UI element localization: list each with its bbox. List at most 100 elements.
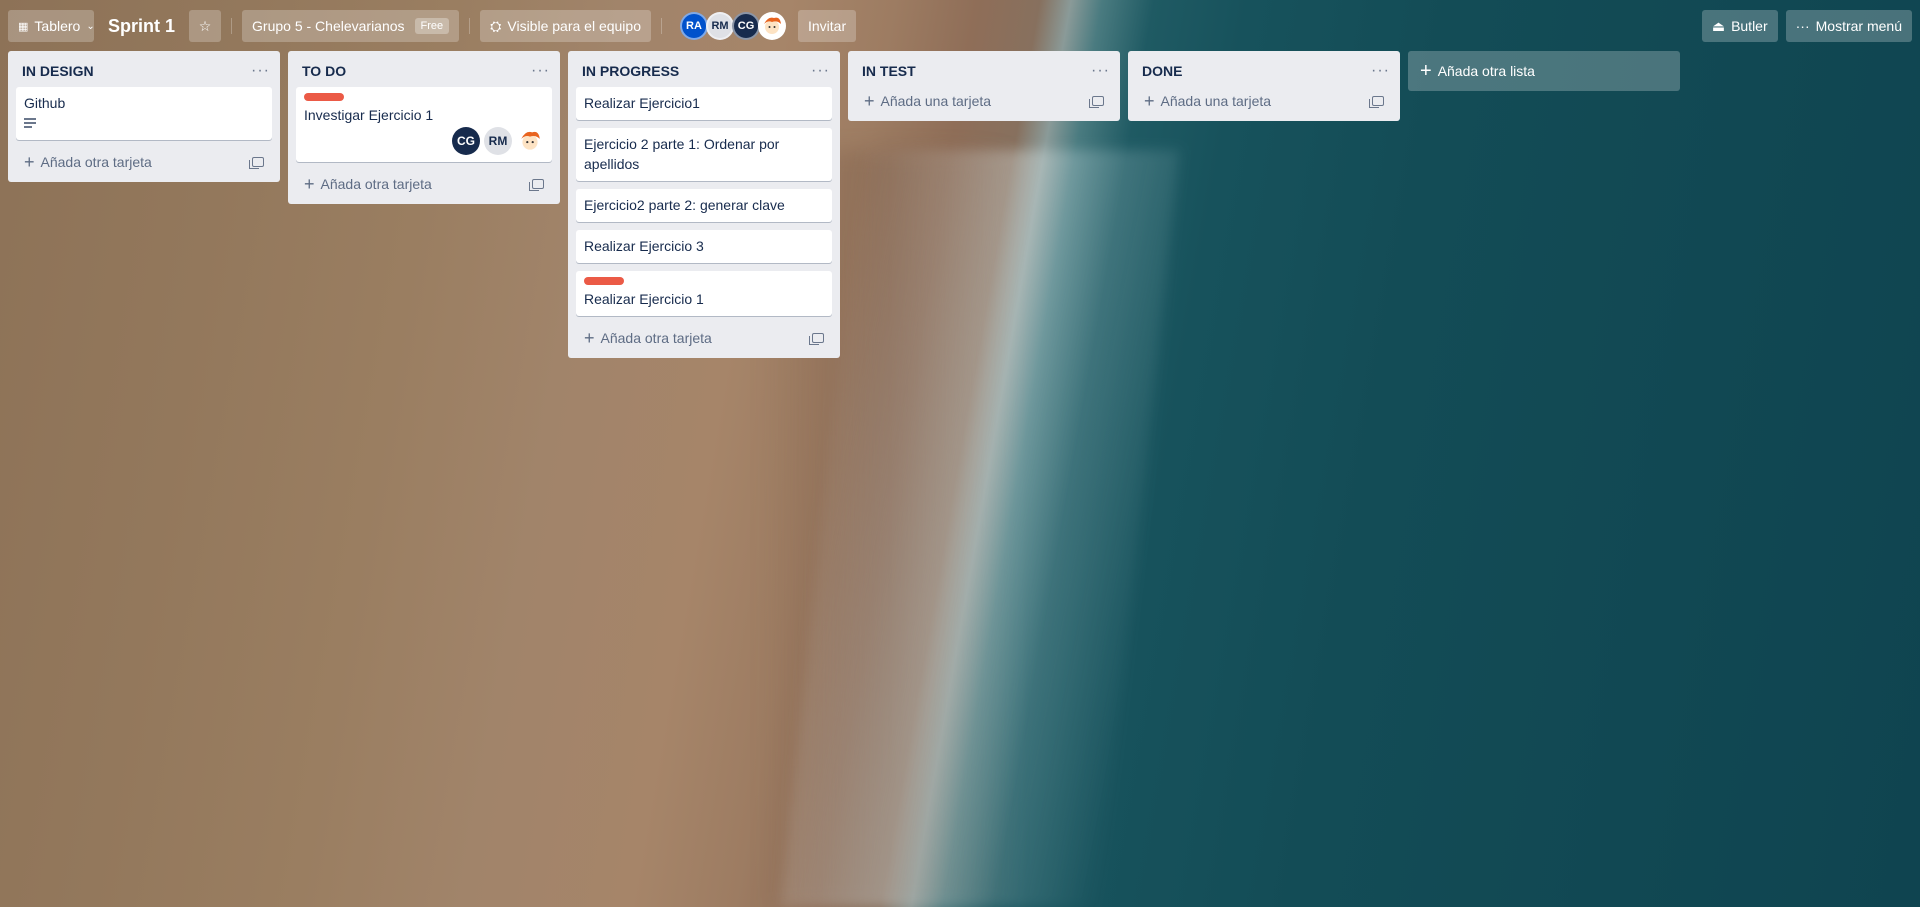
plus-icon: +: [1144, 91, 1155, 111]
list-done[interactable]: DONE ··· + Añada una tarjeta: [1128, 51, 1400, 121]
card[interactable]: Realizar Ejercicio1: [576, 87, 832, 120]
add-card-row: + Añada otra tarjeta: [296, 170, 552, 198]
add-card-button[interactable]: + Añada otra tarjeta: [24, 152, 152, 172]
card-title: Realizar Ejercicio 3: [584, 238, 704, 254]
card-title: Investigar Ejercicio 1: [304, 107, 434, 123]
card[interactable]: Ejercicio 2 parte 1: Ordenar por apellid…: [576, 128, 832, 181]
header-right: ⏏ Butler ··· Mostrar menú: [1701, 10, 1912, 42]
add-card-label: Añada una tarjeta: [1160, 93, 1272, 109]
board-title[interactable]: Sprint 1: [102, 16, 181, 37]
template-icon[interactable]: [809, 333, 824, 345]
card-members: CG RM: [304, 127, 544, 155]
avatar[interactable]: [516, 127, 544, 155]
more-icon[interactable]: ···: [531, 62, 550, 80]
list-header: IN PROGRESS ···: [572, 55, 836, 87]
list-in-test[interactable]: IN TEST ··· + Añada una tarjeta: [848, 51, 1120, 121]
avatar[interactable]: [758, 12, 786, 40]
plus-icon: +: [304, 174, 315, 194]
list-title[interactable]: TO DO: [302, 63, 346, 79]
view-switcher-label: Tablero: [34, 18, 81, 34]
board-view-icon: ▦: [18, 20, 29, 33]
show-menu-label: Mostrar menú: [1815, 18, 1902, 34]
add-card-button[interactable]: + Añada otra tarjeta: [584, 328, 712, 348]
card[interactable]: Github: [16, 87, 272, 140]
card-label-red[interactable]: [584, 277, 624, 285]
team-icon: ⛭: [490, 17, 502, 34]
butler-button[interactable]: ⏏ Butler: [1701, 10, 1778, 42]
add-card-label: Añada una tarjeta: [880, 93, 992, 109]
template-icon[interactable]: [249, 157, 264, 169]
workspace-name: Grupo 5 - Chelevarianos: [252, 18, 405, 34]
list-in-design[interactable]: IN DESIGN ··· Github + Añada otra tarjet…: [8, 51, 280, 182]
template-icon[interactable]: [1369, 96, 1384, 108]
plus-icon: +: [584, 328, 595, 348]
card[interactable]: Ejercicio2 parte 2: generar clave: [576, 189, 832, 222]
add-card-button[interactable]: + Añada otra tarjeta: [304, 174, 432, 194]
template-icon[interactable]: [529, 179, 544, 191]
add-card-row: + Añada una tarjeta: [856, 87, 1112, 115]
card[interactable]: Realizar Ejercicio 1: [576, 271, 832, 316]
add-card-button[interactable]: + Añada una tarjeta: [864, 91, 992, 111]
add-card-row: + Añada otra tarjeta: [576, 324, 832, 352]
list-header: TO DO ···: [292, 55, 556, 87]
card-title: Realizar Ejercicio1: [584, 95, 700, 111]
star-button[interactable]: ☆: [189, 10, 222, 42]
avatar[interactable]: CG: [452, 127, 480, 155]
more-icon: ···: [1795, 18, 1810, 34]
add-card-button[interactable]: + Añada una tarjeta: [1144, 91, 1272, 111]
chevron-down-icon: ⌄: [86, 20, 95, 32]
list-to-do[interactable]: TO DO ··· Investigar Ejercicio 1 CG RM +…: [288, 51, 560, 204]
more-icon[interactable]: ···: [811, 62, 830, 80]
workspace-plan-badge: Free: [414, 18, 450, 34]
workspace-button[interactable]: Grupo 5 - Chelevarianos Free: [242, 10, 460, 42]
add-card-label: Añada otra tarjeta: [320, 176, 432, 192]
plus-icon: +: [1420, 60, 1432, 82]
card-title: Github: [24, 95, 66, 111]
board-canvas: IN DESIGN ··· Github + Añada otra tarjet…: [8, 51, 1680, 358]
divider: [231, 18, 233, 34]
list-header: IN TEST ···: [852, 55, 1116, 87]
board-header: ▦ Tablero ⌄ Sprint 1 ☆ Grupo 5 - Cheleva…: [0, 0, 1920, 52]
show-menu-button[interactable]: ··· Mostrar menú: [1785, 10, 1912, 42]
more-icon[interactable]: ···: [1371, 62, 1390, 80]
description-icon: [24, 118, 36, 128]
list-header: IN DESIGN ···: [12, 55, 276, 87]
card[interactable]: Realizar Ejercicio 3: [576, 230, 832, 263]
template-icon[interactable]: [1089, 96, 1104, 108]
view-switcher-button[interactable]: ▦ Tablero ⌄: [8, 10, 95, 42]
card-title: Ejercicio 2 parte 1: Ordenar por apellid…: [584, 136, 780, 172]
list-in-progress[interactable]: IN PROGRESS ··· Realizar Ejercicio1 Ejer…: [568, 51, 840, 358]
butler-icon: ⏏: [1711, 17, 1726, 34]
card-label-red[interactable]: [304, 93, 344, 101]
card-title: Realizar Ejercicio 1: [584, 291, 704, 307]
more-icon[interactable]: ···: [1091, 62, 1110, 80]
divider: [469, 18, 471, 34]
card-title: Ejercicio2 parte 2: generar clave: [584, 197, 785, 213]
plus-icon: +: [24, 152, 35, 172]
list-title[interactable]: IN TEST: [862, 63, 916, 79]
add-card-row: + Añada otra tarjeta: [16, 148, 272, 176]
add-card-label: Añada otra tarjeta: [40, 154, 152, 170]
star-icon: ☆: [198, 17, 212, 34]
avatar[interactable]: RM: [706, 12, 734, 40]
add-card-row: + Añada una tarjeta: [1136, 87, 1392, 115]
visibility-label: Visible para el equipo: [507, 18, 641, 34]
list-header: DONE ···: [1132, 55, 1396, 87]
add-list-button[interactable]: + Añada otra lista: [1408, 51, 1680, 91]
list-title[interactable]: IN PROGRESS: [582, 63, 679, 79]
list-title[interactable]: IN DESIGN: [22, 63, 94, 79]
add-list-label: Añada otra lista: [1437, 63, 1535, 79]
invite-button[interactable]: Invitar: [798, 10, 857, 42]
avatar[interactable]: RA: [680, 12, 708, 40]
card[interactable]: Investigar Ejercicio 1 CG RM: [296, 87, 552, 162]
more-icon[interactable]: ···: [251, 62, 270, 80]
divider: [661, 18, 662, 34]
list-title[interactable]: DONE: [1142, 63, 1182, 79]
cartoon-avatar-icon: [764, 17, 781, 34]
avatar[interactable]: RM: [484, 127, 512, 155]
butler-label: Butler: [1731, 18, 1768, 34]
avatar[interactable]: CG: [732, 12, 760, 40]
plus-icon: +: [864, 91, 875, 111]
add-card-label: Añada otra tarjeta: [600, 330, 712, 346]
visibility-button[interactable]: ⛭ Visible para el equipo: [480, 10, 651, 42]
